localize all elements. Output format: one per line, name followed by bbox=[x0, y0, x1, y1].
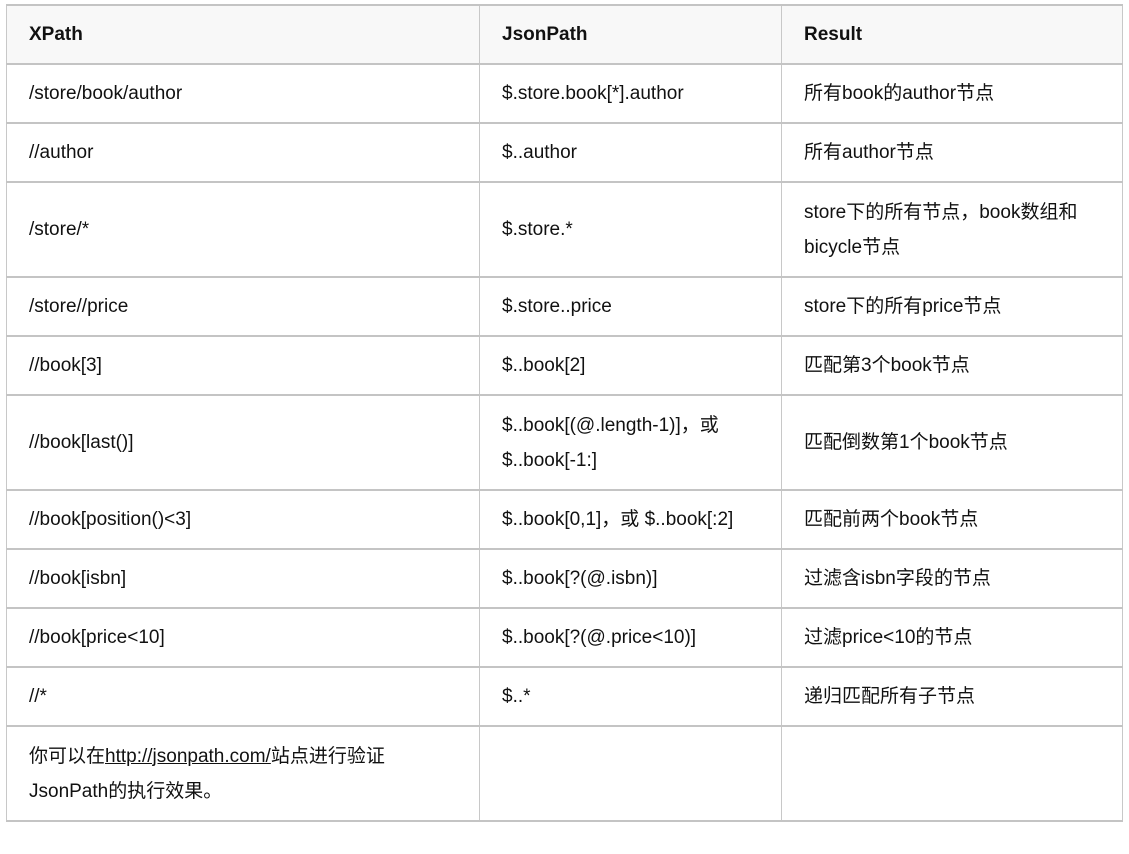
empty-cell bbox=[479, 725, 782, 822]
jsonpath-cell: $.store..price bbox=[479, 276, 782, 337]
xpath-cell: //author bbox=[6, 122, 480, 183]
header-xpath: XPath bbox=[6, 4, 480, 65]
xpath-cell: //book[price<10] bbox=[6, 607, 480, 668]
jsonpath-cell: $.store.book[*].author bbox=[479, 63, 782, 124]
empty-cell bbox=[781, 725, 1123, 822]
jsonpath-cell: $..book[2] bbox=[479, 335, 782, 396]
footer-note: 你可以在http://jsonpath.com/站点进行验证JsonPath的执… bbox=[6, 725, 480, 822]
result-cell: 过滤price<10的节点 bbox=[781, 607, 1123, 668]
xpath-cell: /store/* bbox=[6, 181, 480, 278]
jsonpath-link[interactable]: http://jsonpath.com/ bbox=[105, 746, 271, 767]
jsonpath-cell: $.store.* bbox=[479, 181, 782, 278]
jsonpath-cell: $..book[0,1]，或 $..book[:2] bbox=[479, 489, 782, 550]
jsonpath-cell: $..book[?(@.price<10)] bbox=[479, 607, 782, 668]
table-row: //book[position()<3] $..book[0,1]，或 $..bo… bbox=[6, 489, 1123, 550]
result-cell: 过滤含isbn字段的节点 bbox=[781, 548, 1123, 609]
result-cell: 匹配倒数第1个book节点 bbox=[781, 394, 1123, 491]
header-result: Result bbox=[781, 4, 1123, 65]
result-cell: 匹配第3个book节点 bbox=[781, 335, 1123, 396]
xpath-cell: /store//price bbox=[6, 276, 480, 337]
table-row: /store/book/author $.store.book[*].author… bbox=[6, 63, 1123, 124]
result-cell: 所有author节点 bbox=[781, 122, 1123, 183]
table-row: //book[price<10] $..book[?(@.price<10)] 过滤… bbox=[6, 607, 1123, 668]
result-cell: 匹配前两个book节点 bbox=[781, 489, 1123, 550]
result-cell: 所有book的author节点 bbox=[781, 63, 1123, 124]
table-header-row: XPath JsonPath Result bbox=[6, 4, 1123, 65]
xpath-cell: /store/book/author bbox=[6, 63, 480, 124]
result-cell: 递归匹配所有子节点 bbox=[781, 666, 1123, 727]
xpath-cell: //book[last()] bbox=[6, 394, 480, 491]
xpath-cell: //book[isbn] bbox=[6, 548, 480, 609]
result-cell: store下的所有节点，book数组和bicycle节点 bbox=[781, 181, 1123, 278]
jsonpath-cell: $..author bbox=[479, 122, 782, 183]
xpath-cell: //book[position()<3] bbox=[6, 489, 480, 550]
table-row: //book[last()] $..book[(@.length-1)]，或 $.… bbox=[6, 394, 1123, 491]
table-row: //book[isbn] $..book[?(@.isbn)] 过滤含isbn字段的… bbox=[6, 548, 1123, 609]
jsonpath-cell: $..* bbox=[479, 666, 782, 727]
xpath-cell: //* bbox=[6, 666, 480, 727]
table-row: //book[3] $..book[2] 匹配第3个book节点 bbox=[6, 335, 1123, 396]
table-row: /store//price $.store..price store下的所有pric… bbox=[6, 276, 1123, 337]
footer-prefix: 你可以在 bbox=[29, 745, 106, 767]
table-row: /store/* $.store.* store下的所有节点，book数组和bicy… bbox=[6, 181, 1123, 278]
xpath-cell: //book[3] bbox=[6, 335, 480, 396]
header-jsonpath: JsonPath bbox=[479, 4, 782, 65]
table-row: //* $..* 递归匹配所有子节点 bbox=[6, 666, 1123, 727]
jsonpath-cell: $..book[(@.length-1)]，或 $..book[-1:] bbox=[479, 394, 782, 491]
table-row: //author $..author 所有author节点 bbox=[6, 122, 1123, 183]
jsonpath-cell: $..book[?(@.isbn)] bbox=[479, 548, 782, 609]
xpath-jsonpath-table: XPath JsonPath Result /store/book/author… bbox=[6, 4, 1123, 822]
table-row-footer: 你可以在http://jsonpath.com/站点进行验证JsonPath的执… bbox=[6, 725, 1123, 822]
result-cell: store下的所有price节点 bbox=[781, 276, 1123, 337]
